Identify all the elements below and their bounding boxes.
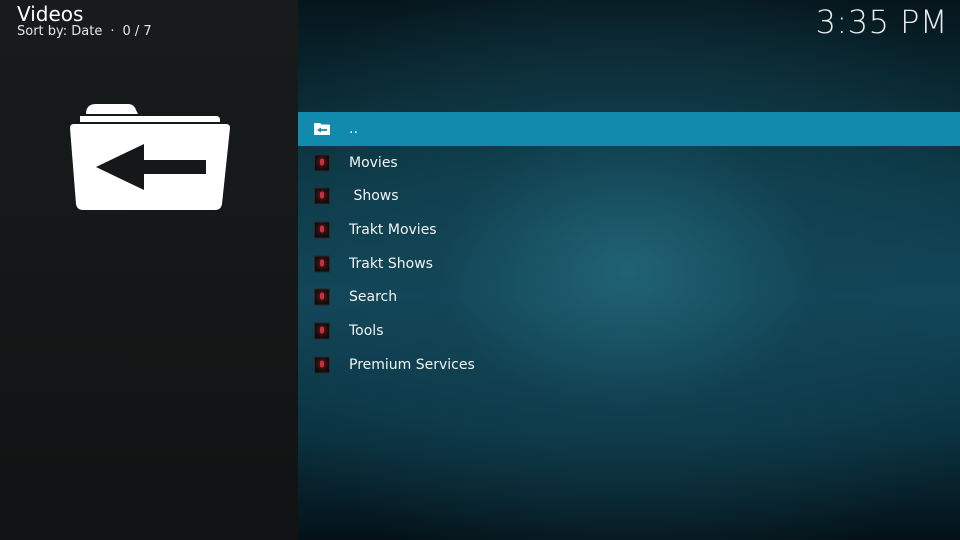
file-list: .. Movies Shows Trakt Movies Trakt Shows… (298, 112, 960, 382)
addon-thumbnail-icon (314, 154, 330, 172)
list-item-shows[interactable]: Shows (298, 179, 960, 213)
list-item-search[interactable]: Search (298, 280, 960, 314)
page-title: Videos (17, 2, 84, 26)
addon-thumbnail-icon (314, 356, 330, 374)
item-position: 0 / 7 (122, 24, 152, 39)
addon-thumbnail-icon (314, 221, 330, 239)
list-item-trakt-shows[interactable]: Trakt Shows (298, 247, 960, 281)
separator-dot: · (110, 24, 115, 39)
addon-thumbnail-icon (314, 322, 330, 340)
addon-thumbnail-icon (314, 187, 330, 205)
list-item-parent-folder[interactable]: .. (298, 112, 960, 146)
sort-info: Sort by: Date · 0 / 7 (17, 24, 152, 40)
folder-back-icon (70, 104, 230, 210)
kodi-videos-screen: Videos Sort by: Date · 0 / 7 3:35 PM .. Mo… (0, 0, 960, 540)
addon-thumbnail-icon (314, 255, 330, 273)
sort-label[interactable]: Sort by: Date (17, 24, 102, 39)
folder-up-icon (314, 122, 330, 135)
list-item-label: Movies (349, 154, 398, 171)
list-item-label: Trakt Shows (349, 255, 433, 272)
left-panel (0, 0, 298, 540)
clock: 3:35 PM (815, 3, 948, 41)
list-item-label: Shows (349, 188, 399, 205)
list-item-label: Trakt Movies (349, 221, 437, 238)
list-item-label: Search (349, 289, 398, 306)
list-item-premium-services[interactable]: Premium Services (298, 348, 960, 382)
list-item-tools[interactable]: Tools (298, 314, 960, 348)
addon-thumbnail-icon (314, 288, 330, 306)
list-item-trakt-movies[interactable]: Trakt Movies (298, 213, 960, 247)
list-item-label: Premium Services (349, 356, 475, 373)
list-item-label: Tools (349, 322, 384, 339)
list-item-label: .. (349, 120, 358, 137)
list-item-movies[interactable]: Movies (298, 146, 960, 180)
